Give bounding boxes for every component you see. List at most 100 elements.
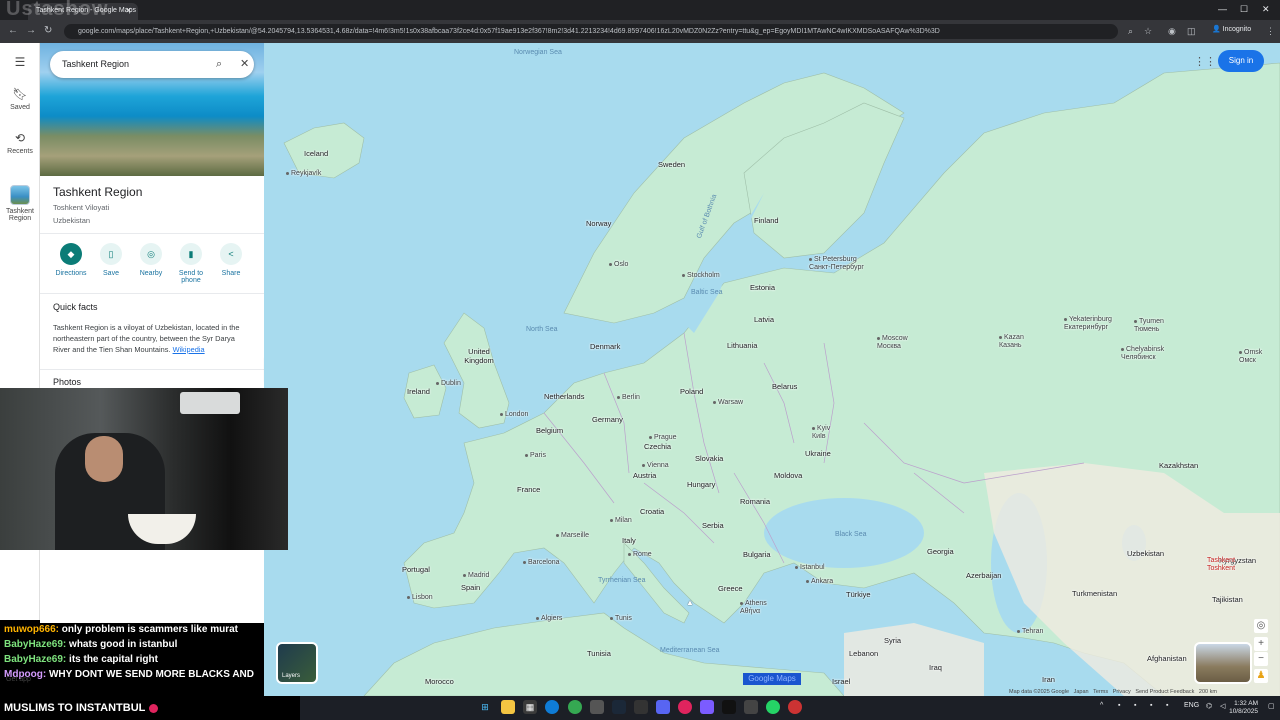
steam-icon[interactable] <box>612 700 626 714</box>
mouse-cursor: ▲ <box>686 598 694 607</box>
search-icon[interactable]: ⌕ <box>216 51 222 78</box>
recents-button[interactable]: ⟲ Recents <box>0 131 40 155</box>
tray-app-icon[interactable]: ▪ <box>1166 702 1168 709</box>
bookmark-star-icon[interactable]: ☆ <box>1144 26 1152 37</box>
app-icon[interactable] <box>722 700 736 714</box>
sea-label: Norwegian Sea <box>514 49 562 56</box>
webcam-overlay <box>0 388 288 550</box>
saved-button[interactable]: 🔖︎ Saved <box>0 87 40 111</box>
store-icon[interactable]: ▦ <box>523 700 537 714</box>
whatsapp-icon[interactable] <box>766 700 780 714</box>
quick-facts-text: Tashkent Region is a viloyat of Uzbekist… <box>53 322 253 355</box>
puzzle-icon[interactable]: ◫ <box>1187 26 1196 37</box>
incognito-badge[interactable]: 👤 Incognito <box>1212 25 1251 33</box>
send-to-phone-button[interactable]: ▮ Send to phone <box>171 241 211 284</box>
chat-overlay: muwop666: only problem is scammers like … <box>4 622 304 682</box>
sign-in-button[interactable]: Sign in <box>1218 50 1264 72</box>
minimize-icon[interactable]: — <box>1218 4 1227 14</box>
sea-label: Baltic Sea <box>691 289 723 296</box>
clear-search-icon[interactable]: ✕ <box>240 51 249 78</box>
forward-icon[interactable]: → <box>26 25 36 36</box>
phone-icon: ▮ <box>180 243 202 265</box>
start-icon[interactable]: ⊞ <box>478 700 492 714</box>
edge-icon[interactable] <box>545 700 559 714</box>
save-button[interactable]: ▯ Save <box>91 241 131 277</box>
zoom-out-button[interactable]: − <box>1254 652 1268 666</box>
get-app-link[interactable]: Get app <box>6 676 31 683</box>
zoom-in-button[interactable]: + <box>1254 637 1268 651</box>
share-button[interactable]: < Share <box>211 241 251 277</box>
chrome-icon[interactable] <box>568 700 582 714</box>
country-label: Portugal <box>402 565 430 574</box>
share-label: Share <box>221 270 241 277</box>
back-icon[interactable]: ← <box>8 25 18 36</box>
zoom-icon[interactable]: ⌕ <box>1128 26 1133 37</box>
chat-message: BabyHaze69: its the capital right <box>4 652 304 667</box>
city-label: Prague <box>649 434 677 441</box>
country-label: Tunisia <box>587 649 611 658</box>
directions-button[interactable]: ◆ Directions <box>51 241 91 277</box>
share-icon: < <box>220 243 242 265</box>
tab-close-icon[interactable]: ✕ <box>125 6 132 15</box>
city-label: St Petersburg Санкт-Петербург <box>809 256 879 272</box>
city-label: Kazan Казань <box>999 334 1039 350</box>
map-canvas[interactable]: Norwegian Sea North Sea Baltic Sea Gulf … <box>264 43 1280 696</box>
city-label: Moscow Москва <box>877 335 917 351</box>
google-apps-icon[interactable]: ⋮⋮ <box>1194 55 1216 68</box>
nearby-button[interactable]: ◎ Nearby <box>131 241 171 277</box>
chat-message: muwop666: only problem is scammers like … <box>4 622 304 637</box>
city-label: Istanbul <box>795 564 825 571</box>
country-label: Georgia <box>927 547 954 556</box>
country-label: Greece <box>718 584 743 593</box>
taskbar-clock[interactable]: 1:32 AM 10/8/2025 <box>1208 700 1258 716</box>
city-label: Oslo <box>609 261 628 268</box>
photos-heading: Photos <box>53 377 82 387</box>
privacy-link[interactable]: Privacy <box>1113 689 1131 695</box>
map-footer: Map data ©2025 Google Japan Terms Privac… <box>1009 689 1217 695</box>
city-label: Lisbon <box>407 594 433 601</box>
extension-icon[interactable]: ◉ <box>1168 26 1176 37</box>
my-location-icon[interactable]: ◎ <box>1254 619 1268 633</box>
country-label: Netherlands <box>544 392 585 401</box>
chat-message: Mdpoog: WHY DONT WE SEND MORE BLACKS AND <box>4 667 304 682</box>
close-window-icon[interactable]: ✕ <box>1262 4 1270 15</box>
tray-chevron-icon[interactable]: ^ <box>1100 702 1103 709</box>
city-label: Vienna <box>642 462 669 469</box>
obs-icon[interactable] <box>678 700 692 714</box>
country-label: Syria <box>884 636 902 645</box>
wikipedia-link[interactable]: Wikipedia <box>173 345 205 354</box>
street-view-thumbnail[interactable] <box>1194 642 1252 684</box>
city-label: Athens Αθήνα <box>740 600 770 616</box>
recent-place-button[interactable]: Tashkent Region <box>0 185 40 222</box>
app-icon[interactable] <box>700 700 714 714</box>
pegman-icon[interactable]: ♟ <box>1254 669 1268 683</box>
app-icon[interactable] <box>590 700 604 714</box>
app-icon[interactable] <box>634 700 648 714</box>
screen: Tashkent Region - Google Maps ✕ Ustashow… <box>0 0 1280 720</box>
app-icon[interactable] <box>744 700 758 714</box>
maximize-icon[interactable]: ☐ <box>1240 4 1248 15</box>
notification-icon[interactable]: ▢ <box>1268 702 1275 710</box>
place-country: Uzbekistan <box>53 216 91 225</box>
country-label: Iraq <box>929 663 942 672</box>
sea-label: Black Sea <box>835 531 867 538</box>
country-label: Israel <box>832 677 851 686</box>
url-field[interactable]: google.com/maps/place/Tashkent+Region,+U… <box>64 24 1118 39</box>
discord-icon[interactable] <box>656 700 670 714</box>
google-maps-logo: Google Maps <box>743 673 801 685</box>
app-icon[interactable] <box>788 700 802 714</box>
tray-app-icon[interactable]: ▪ <box>1150 702 1152 709</box>
browser-menu-icon[interactable]: ⋮ <box>1266 26 1275 37</box>
tray-app-icon[interactable]: ▪ <box>1118 702 1120 709</box>
file-explorer-icon[interactable] <box>501 700 515 714</box>
search-input[interactable]: Tashkent Region ⌕ ✕ <box>50 51 254 78</box>
region-link[interactable]: Japan <box>1074 689 1089 695</box>
feedback-link[interactable]: Send Product Feedback <box>1135 689 1194 695</box>
menu-button[interactable]: ☰ <box>0 55 40 72</box>
scale-label[interactable]: 200 km <box>1199 689 1217 695</box>
city-label: Dublin <box>436 380 461 387</box>
terms-link[interactable]: Terms <box>1093 689 1108 695</box>
language-indicator[interactable]: ENG <box>1184 702 1199 709</box>
tray-app-icon[interactable]: ▪ <box>1134 702 1136 709</box>
reload-icon[interactable]: ↻ <box>44 25 52 36</box>
